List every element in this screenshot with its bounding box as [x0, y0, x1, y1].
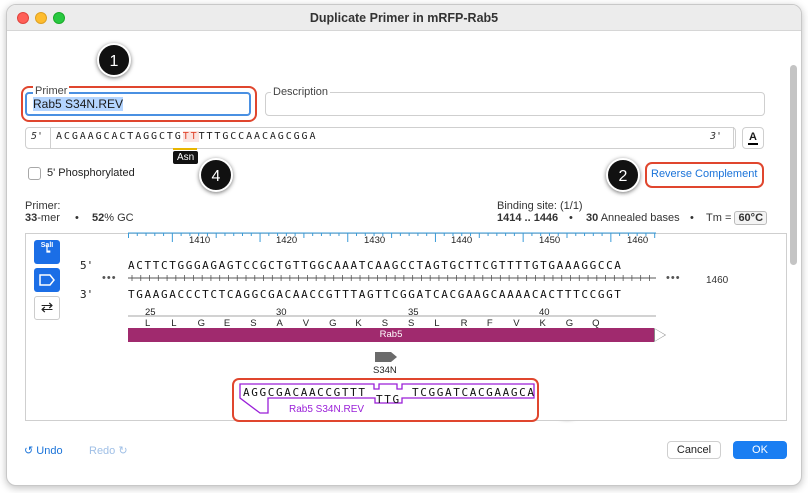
gc-value: 52 — [92, 212, 105, 224]
sequence-5-prime-label: 5' — [31, 131, 44, 142]
phosphorylated-label: 5' Phosphorylated — [47, 167, 135, 179]
feature-arrow-icon — [39, 274, 55, 286]
melting-temperature: Tm = 60°C — [706, 211, 768, 225]
divider — [50, 127, 51, 149]
feature-toggle[interactable] — [34, 268, 60, 292]
binding-site-label: Binding site: (1/1) — [497, 200, 583, 212]
annealed-value: 30 — [586, 212, 599, 224]
undo-label: Undo — [36, 445, 63, 457]
primer-annealed-left: AGGCGACAACCGTTT — [243, 386, 367, 399]
annealed-unit: Annealed bases — [600, 212, 680, 224]
ruler-number: 1440 — [451, 235, 473, 246]
bottom-strand-sequence[interactable]: TGAAGACCCTCTCAGGCGACAACCGTTTAGTTCGGATCAC… — [128, 288, 623, 301]
vertical-scrollbar[interactable] — [790, 65, 797, 265]
primer-sequence-text[interactable]: ACGAAGCACTAGGCTGTTTTTGCCAACAGCGGA — [56, 131, 317, 142]
callout-2: 2 — [606, 158, 640, 192]
tm-label: Tm = — [706, 212, 732, 224]
restriction-site-toggle[interactable]: SalI ┕ — [34, 240, 60, 264]
redo-button[interactable]: Redo ↻ — [89, 444, 128, 457]
primer-name-value: Rab5 S34N.REV — [33, 97, 124, 111]
cancel-button[interactable]: Cancel — [667, 441, 721, 459]
ok-button[interactable]: OK — [733, 441, 787, 459]
ruler-number: 1430 — [364, 235, 386, 246]
bullet: • — [690, 212, 694, 224]
reverse-complement-button[interactable]: Reverse Complement — [651, 168, 757, 180]
primer-length: 33-mer — [25, 212, 60, 224]
sequence-part: TTTGCCAACAGCGGA — [198, 131, 318, 142]
ruler-number: 1460 — [627, 235, 649, 246]
callout-4: 4 — [199, 158, 233, 192]
length-unit: -mer — [37, 212, 60, 224]
length-value: 33 — [25, 212, 38, 224]
sequence-part: ACGAAGCACTAGGCTG — [56, 131, 183, 142]
title-bar: Duplicate Primer in mRFP-Rab5 — [7, 5, 801, 31]
font-style-button[interactable]: A — [742, 127, 764, 149]
top-strand-sequence[interactable]: ACTTCTGGGAGAGTCCGCTGTTGGCAAATCAAGCCTAGTG… — [128, 259, 623, 272]
description-input[interactable] — [265, 92, 765, 116]
phosphorylated-checkbox[interactable] — [28, 167, 41, 180]
window-title: Duplicate Primer in mRFP-Rab5 — [309, 11, 499, 25]
ruler-number: 1450 — [539, 235, 561, 246]
tm-value: 60°C — [734, 211, 768, 225]
bullet: • — [75, 212, 79, 224]
binding-range: 1414 .. 1446 — [497, 212, 559, 224]
description-field-label: Description — [271, 86, 331, 98]
redo-icon: ↻ — [118, 445, 128, 457]
primer-mismatch-loop: TTG — [376, 393, 401, 406]
annealed-bases: 30 Annealed bases — [586, 212, 680, 224]
codon-marker — [173, 146, 197, 150]
primer-stats-label: Primer: — [25, 200, 61, 212]
swap-strands-icon[interactable]: ⇄ — [34, 296, 60, 320]
sequence-3-prime-label: 3' — [710, 131, 723, 142]
backbone-line — [128, 275, 656, 281]
bullet: • — [569, 212, 573, 224]
aa-ticks — [128, 315, 656, 317]
rab5-feature-bar[interactable]: Rab5 — [128, 328, 654, 342]
primer-annealed-right: TCGGATCACGAAGCA — [412, 386, 536, 399]
bottom-strand-label: 3' — [80, 288, 94, 301]
ruler-number: 1420 — [276, 235, 298, 246]
mutated-bases: TT — [182, 131, 199, 142]
primer-field-label: Primer — [33, 85, 70, 97]
ruler-number: 1410 — [189, 235, 211, 246]
divider — [733, 127, 734, 149]
end-position-number: 1460 — [706, 275, 729, 286]
amino-acid-badge: Asn — [173, 151, 199, 164]
right-ellipsis: ••• — [666, 272, 681, 284]
gc-content: 52% GC — [92, 212, 134, 224]
primer-feature-label: Rab5 S34N.REV — [289, 404, 365, 415]
top-strand-label: 5' — [80, 259, 94, 272]
mutation-marker-icon — [375, 352, 397, 362]
callout-1: 1 — [97, 43, 131, 77]
mutation-label: S34N — [373, 365, 397, 376]
undo-icon: ↺ — [24, 445, 34, 457]
left-ellipsis: ••• — [102, 272, 117, 284]
gc-unit: % GC — [104, 212, 134, 224]
undo-button[interactable]: ↺ Undo — [24, 444, 63, 457]
redo-label: Redo — [89, 445, 116, 457]
feature-direction-arrow-icon — [654, 328, 666, 342]
